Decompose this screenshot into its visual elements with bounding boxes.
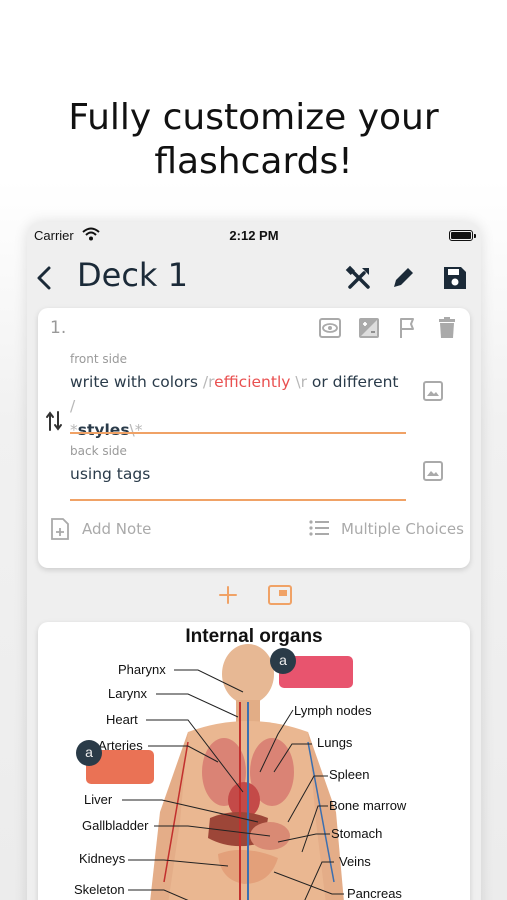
label-lymph-nodes: Lymph nodes <box>294 703 372 718</box>
front-image-icon[interactable] <box>422 380 444 402</box>
headline-line-1: Fully customize your <box>68 97 439 138</box>
front-underline <box>70 432 406 434</box>
label-lungs: Lungs <box>317 735 353 750</box>
promo-headline: Fully customize your flashcards! <box>0 96 507 184</box>
add-note-label: Add Note <box>82 520 152 538</box>
label-gallbladder: Gallbladder <box>82 818 149 833</box>
difficulty-icon[interactable] <box>357 316 381 340</box>
multiple-choices-button[interactable]: Multiple Choices <box>308 520 464 538</box>
label-pancreas: Pancreas <box>347 886 402 900</box>
eye-icon[interactable] <box>318 316 342 340</box>
label-larynx: Larynx <box>108 686 148 701</box>
label-spleen: Spleen <box>329 767 370 782</box>
back-side-label: back side <box>70 444 127 458</box>
add-note-button[interactable]: Add Note <box>50 518 152 540</box>
add-card-plus-icon[interactable] <box>217 584 239 606</box>
label-pharynx: Pharynx <box>118 662 166 677</box>
bold-styled-word: styles <box>77 421 130 439</box>
label-heart: Heart <box>106 712 138 727</box>
mask-badge-2[interactable]: a <box>76 740 102 766</box>
headline-line-2: flashcards! <box>154 141 353 182</box>
pencil-icon[interactable] <box>389 264 417 292</box>
status-time: 2:12 PM <box>229 228 279 243</box>
label-bone-marrow: Bone marrow <box>329 798 407 813</box>
card-number: 1. <box>50 318 67 338</box>
label-kidneys: Kidneys <box>79 851 126 866</box>
note-add-icon <box>51 518 69 540</box>
red-styled-word: efficiently <box>214 373 291 391</box>
add-image-card-icon[interactable] <box>267 584 293 606</box>
tag-open-red: /r <box>202 373 215 391</box>
back-chevron-icon[interactable] <box>33 262 57 294</box>
tag-slash: / <box>70 397 76 415</box>
label-stomach: Stomach <box>331 826 383 841</box>
front-text-part: write with colors <box>70 373 203 391</box>
back-underline <box>70 499 406 501</box>
status-bar: Carrier 2:12 PM <box>27 222 481 250</box>
flag-icon[interactable] <box>396 316 420 340</box>
tag-close-red: \r <box>290 373 307 391</box>
save-icon[interactable] <box>441 264 469 292</box>
phone-screen: Carrier 2:12 PM Deck 1 1. front side wri… <box>27 222 481 900</box>
front-text-part: or different <box>306 373 399 391</box>
swap-sides-icon[interactable] <box>45 410 63 432</box>
mask-badge-1[interactable]: a <box>270 648 296 674</box>
image-occlusion-card: Internal organs Pharynx Larynx Heart Art… <box>38 622 470 900</box>
flashcard-editor: 1. front side write with colors /reffici… <box>38 308 470 568</box>
label-skeleton: Skeleton <box>74 882 125 897</box>
label-liver: Liver <box>84 792 113 807</box>
deck-title: Deck 1 <box>77 256 188 294</box>
front-side-label: front side <box>70 352 127 366</box>
multiple-choices-label: Multiple Choices <box>341 520 464 538</box>
tools-icon[interactable] <box>345 264 373 292</box>
label-veins: Veins <box>339 854 371 869</box>
nav-bar: Deck 1 <box>27 252 481 304</box>
list-icon <box>309 520 329 536</box>
back-image-icon[interactable] <box>422 460 444 482</box>
trash-icon[interactable] <box>435 316 459 340</box>
tag-close-bold: \* <box>129 421 143 439</box>
back-side-text[interactable]: using tags <box>70 462 400 486</box>
tag-open-bold: * <box>70 421 78 439</box>
battery-icon <box>449 230 476 241</box>
